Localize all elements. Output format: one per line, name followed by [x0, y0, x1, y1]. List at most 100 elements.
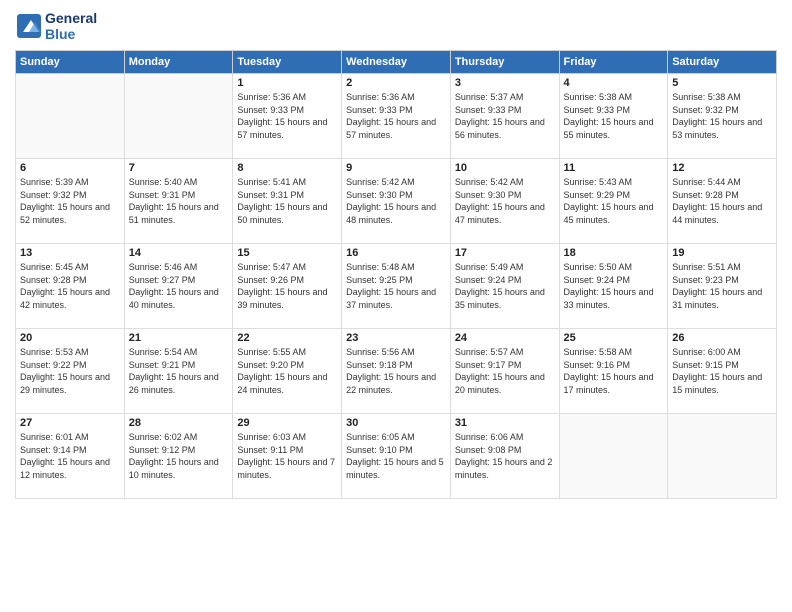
week-row-0: 1 Sunrise: 5:36 AM Sunset: 9:33 PM Daylig…: [16, 74, 777, 159]
day-number: 3: [455, 77, 555, 89]
calendar-cell: 25Sunrise: 5:58 AM Sunset: 9:16 PM Dayli…: [559, 329, 668, 414]
week-row-2: 13 Sunrise: 5:45 AM Sunset: 9:28 PM Dayli…: [16, 244, 777, 329]
day-number: 13: [20, 247, 120, 259]
day-info: Sunrise: 5:36 AM Sunset: 9:33 PM Dayligh…: [346, 91, 446, 141]
logo-text: General Blue: [45, 10, 97, 42]
day-info: Sunrise: 5:42 AM Sunset: 9:30 PM Dayligh…: [346, 176, 446, 226]
day-number: 30: [346, 417, 446, 429]
day-info: Sunrise: 5:45 AM Sunset: 9:28 PM Dayligh…: [20, 261, 120, 311]
day-info: Sunrise: 5:55 AM Sunset: 9:20 PM Dayligh…: [237, 346, 337, 396]
day-number: 29: [237, 417, 337, 429]
day-number: 17: [455, 247, 555, 259]
weekday-header-thursday: Thursday: [450, 51, 559, 74]
day-number: 26: [672, 332, 772, 344]
weekday-header-sunday: Sunday: [16, 51, 125, 74]
calendar-cell: 28 Sunrise: 6:02 AM Sunset: 9:12 PM Dayli…: [124, 414, 233, 499]
day-number: 6: [20, 162, 120, 174]
header: General Blue: [15, 10, 777, 42]
day-number: 5: [672, 77, 772, 89]
day-info: Sunrise: 5:43 AM Sunset: 9:29 PM Dayligh…: [564, 176, 664, 226]
calendar-cell: [559, 414, 668, 499]
calendar-cell: 7 Sunrise: 5:40 AM Sunset: 9:31 PM Daylig…: [124, 159, 233, 244]
day-number: 18: [564, 247, 664, 259]
day-info: Sunrise: 6:06 AM Sunset: 9:08 PM Dayligh…: [455, 431, 555, 481]
calendar-cell: 3 Sunrise: 5:37 AM Sunset: 9:33 PM Daylig…: [450, 74, 559, 159]
day-info: Sunrise: 5:37 AM Sunset: 9:33 PM Dayligh…: [455, 91, 555, 141]
day-number: 27: [20, 417, 120, 429]
calendar-cell: 30 Sunrise: 6:05 AM Sunset: 9:10 PM Dayli…: [342, 414, 451, 499]
day-number: 9: [346, 162, 446, 174]
day-number: 23: [346, 332, 446, 344]
day-number: 11: [564, 162, 664, 174]
week-row-4: 27Sunrise: 6:01 AM Sunset: 9:14 PM Dayli…: [16, 414, 777, 499]
week-row-3: 20 Sunrise: 5:53 AM Sunset: 9:22 PM Dayli…: [16, 329, 777, 414]
calendar-cell: 15 Sunrise: 5:47 AM Sunset: 9:26 PM Dayli…: [233, 244, 342, 329]
weekday-header-row: SundayMondayTuesdayWednesdayThursdayFrid…: [16, 51, 777, 74]
day-info: Sunrise: 5:46 AM Sunset: 9:27 PM Dayligh…: [129, 261, 229, 311]
day-info: Sunrise: 5:54 AM Sunset: 9:21 PM Dayligh…: [129, 346, 229, 396]
day-info: Sunrise: 5:40 AM Sunset: 9:31 PM Dayligh…: [129, 176, 229, 226]
calendar-cell: 31 Sunrise: 6:06 AM Sunset: 9:08 PM Dayli…: [450, 414, 559, 499]
day-number: 4: [564, 77, 664, 89]
day-info: Sunrise: 5:48 AM Sunset: 9:25 PM Dayligh…: [346, 261, 446, 311]
day-number: 21: [129, 332, 229, 344]
calendar-cell: [668, 414, 777, 499]
day-info: Sunrise: 6:02 AM Sunset: 9:12 PM Dayligh…: [129, 431, 229, 481]
day-info: Sunrise: 5:47 AM Sunset: 9:26 PM Dayligh…: [237, 261, 337, 311]
day-info: Sunrise: 5:41 AM Sunset: 9:31 PM Dayligh…: [237, 176, 337, 226]
day-number: 8: [237, 162, 337, 174]
calendar-cell: 12 Sunrise: 5:44 AM Sunset: 9:28 PM Dayli…: [668, 159, 777, 244]
day-number: 16: [346, 247, 446, 259]
page: General Blue SundayMondayTuesdayWednesda…: [0, 0, 792, 612]
day-number: 10: [455, 162, 555, 174]
day-number: 28: [129, 417, 229, 429]
day-info: Sunrise: 5:38 AM Sunset: 9:32 PM Dayligh…: [672, 91, 772, 141]
day-info: Sunrise: 5:44 AM Sunset: 9:28 PM Dayligh…: [672, 176, 772, 226]
day-info: Sunrise: 6:05 AM Sunset: 9:10 PM Dayligh…: [346, 431, 446, 481]
day-number: 19: [672, 247, 772, 259]
weekday-header-tuesday: Tuesday: [233, 51, 342, 74]
calendar-cell: 22 Sunrise: 5:55 AM Sunset: 9:20 PM Dayli…: [233, 329, 342, 414]
calendar-cell: 9 Sunrise: 5:42 AM Sunset: 9:30 PM Daylig…: [342, 159, 451, 244]
calendar-cell: 24 Sunrise: 5:57 AM Sunset: 9:17 PM Dayli…: [450, 329, 559, 414]
day-info: Sunrise: 5:42 AM Sunset: 9:30 PM Dayligh…: [455, 176, 555, 226]
day-info: Sunrise: 6:00 AM Sunset: 9:15 PM Dayligh…: [672, 346, 772, 396]
day-info: Sunrise: 5:53 AM Sunset: 9:22 PM Dayligh…: [20, 346, 120, 396]
day-info: Sunrise: 5:50 AM Sunset: 9:24 PM Dayligh…: [564, 261, 664, 311]
logo: General Blue: [15, 10, 97, 42]
day-number: 14: [129, 247, 229, 259]
calendar-cell: 5 Sunrise: 5:38 AM Sunset: 9:32 PM Daylig…: [668, 74, 777, 159]
day-info: Sunrise: 5:58 AM Sunset: 9:16 PM Dayligh…: [564, 346, 664, 396]
day-info: Sunrise: 5:36 AM Sunset: 9:33 PM Dayligh…: [237, 91, 337, 141]
calendar-cell: 4 Sunrise: 5:38 AM Sunset: 9:33 PM Daylig…: [559, 74, 668, 159]
calendar-cell: [16, 74, 125, 159]
day-info: Sunrise: 5:38 AM Sunset: 9:33 PM Dayligh…: [564, 91, 664, 141]
weekday-header-saturday: Saturday: [668, 51, 777, 74]
calendar-cell: 8 Sunrise: 5:41 AM Sunset: 9:31 PM Daylig…: [233, 159, 342, 244]
calendar-cell: 18 Sunrise: 5:50 AM Sunset: 9:24 PM Dayli…: [559, 244, 668, 329]
weekday-header-friday: Friday: [559, 51, 668, 74]
day-number: 20: [20, 332, 120, 344]
day-info: Sunrise: 5:57 AM Sunset: 9:17 PM Dayligh…: [455, 346, 555, 396]
day-number: 31: [455, 417, 555, 429]
day-info: Sunrise: 6:03 AM Sunset: 9:11 PM Dayligh…: [237, 431, 337, 481]
calendar-cell: [124, 74, 233, 159]
day-info: Sunrise: 5:56 AM Sunset: 9:18 PM Dayligh…: [346, 346, 446, 396]
calendar-cell: 10 Sunrise: 5:42 AM Sunset: 9:30 PM Dayli…: [450, 159, 559, 244]
calendar-cell: 14 Sunrise: 5:46 AM Sunset: 9:27 PM Dayli…: [124, 244, 233, 329]
day-number: 1: [237, 77, 337, 89]
calendar-cell: 13 Sunrise: 5:45 AM Sunset: 9:28 PM Dayli…: [16, 244, 125, 329]
calendar-cell: 21 Sunrise: 5:54 AM Sunset: 9:21 PM Dayli…: [124, 329, 233, 414]
calendar-cell: 20 Sunrise: 5:53 AM Sunset: 9:22 PM Dayli…: [16, 329, 125, 414]
day-number: 12: [672, 162, 772, 174]
day-number: 24: [455, 332, 555, 344]
day-number: 15: [237, 247, 337, 259]
calendar-cell: 16 Sunrise: 5:48 AM Sunset: 9:25 PM Dayli…: [342, 244, 451, 329]
day-number: 7: [129, 162, 229, 174]
calendar-cell: 29 Sunrise: 6:03 AM Sunset: 9:11 PM Dayli…: [233, 414, 342, 499]
day-number: 22: [237, 332, 337, 344]
calendar-cell: 6Sunrise: 5:39 AM Sunset: 9:32 PM Daylig…: [16, 159, 125, 244]
calendar-cell: 23 Sunrise: 5:56 AM Sunset: 9:18 PM Dayli…: [342, 329, 451, 414]
weekday-header-monday: Monday: [124, 51, 233, 74]
day-info: Sunrise: 5:51 AM Sunset: 9:23 PM Dayligh…: [672, 261, 772, 311]
